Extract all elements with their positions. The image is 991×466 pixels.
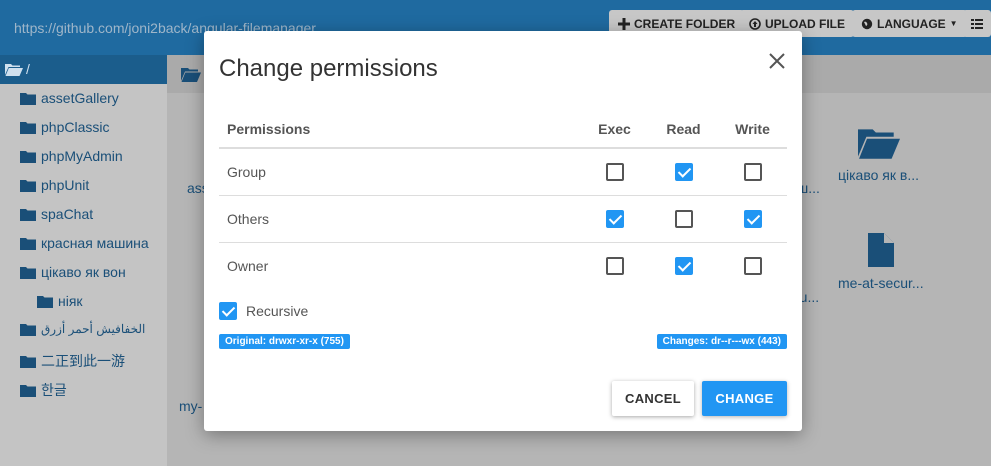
column-header-read: Read	[649, 110, 718, 149]
sidebar-item-label: цікаво як вон	[41, 264, 126, 280]
row-label-owner: Owner	[227, 257, 269, 274]
sidebar-item-label: phpMyAdmin	[41, 148, 123, 164]
column-header-exec: Exec	[580, 110, 649, 149]
folder-icon	[20, 266, 36, 279]
sidebar-item-assetgallery[interactable]: assetGallery	[20, 90, 119, 106]
sidebar-item-label: красная машина	[41, 235, 149, 251]
sidebar-item-label: phpUnit	[41, 177, 90, 193]
cancel-button[interactable]: CANCEL	[612, 381, 694, 416]
change-permissions-dialog: Change permissions Permissions Exec Read…	[204, 31, 802, 431]
upload-file-label: UPLOAD FILE	[765, 16, 845, 31]
recursive-label: Recursive	[246, 303, 309, 319]
sidebar-item-label: 二正到此一游	[41, 353, 125, 369]
changed-permissions-badge: Changes: dr--r---wx (443)	[656, 334, 787, 349]
column-header-write: Write	[718, 110, 787, 149]
table-row: Owner	[219, 242, 787, 289]
tile-label: my-	[179, 398, 203, 414]
sidebar-item-spachat[interactable]: spaChat	[20, 206, 93, 222]
list-view-button[interactable]	[963, 10, 991, 37]
sidebar-item-chinese[interactable]: 二正到此一游	[20, 351, 125, 371]
sidebar-item-label: assetGallery	[41, 90, 119, 106]
others-read-checkbox[interactable]	[674, 209, 693, 228]
globe-icon	[861, 18, 873, 29]
folder-open-icon	[5, 64, 23, 76]
folder-tile[interactable]: цікаво як в...	[838, 127, 919, 183]
sidebar-item-label: ніяк	[58, 293, 83, 309]
folder-icon	[20, 121, 36, 134]
folder-icon	[20, 179, 36, 192]
folder-icon	[20, 384, 36, 397]
file-tile[interactable]: my-	[179, 398, 202, 414]
group-exec-checkbox[interactable]	[605, 162, 624, 181]
permissions-table: Permissions Exec Read Write Group Others…	[219, 110, 787, 289]
folder-icon	[37, 295, 53, 308]
folder-icon	[20, 355, 36, 368]
row-label-group: Group	[219, 148, 580, 196]
row-label-others: Others	[219, 195, 580, 243]
folder-icon	[20, 150, 36, 163]
sidebar-item-phpclassic[interactable]: phpClassic	[20, 119, 109, 135]
file-tile[interactable]: me-at-secur...	[838, 233, 924, 291]
sidebar-item-label: spaChat	[41, 206, 94, 222]
column-header-permissions: Permissions	[219, 110, 580, 149]
group-read-checkbox[interactable]	[674, 162, 693, 181]
table-header-row: Permissions Exec Read Write	[219, 110, 787, 149]
recursive-option[interactable]: Recursive	[219, 302, 308, 320]
original-permissions-badge: Original: drwxr-xr-x (755)	[219, 334, 350, 349]
tile-label: me-at-secur...	[838, 275, 924, 291]
sidebar-item-phpmyadmin[interactable]: phpMyAdmin	[20, 148, 123, 164]
others-exec-checkbox[interactable]	[605, 209, 624, 228]
recursive-checkbox[interactable]	[219, 302, 237, 320]
sidebar-item-label: 한글	[41, 382, 67, 398]
tile-label: цікаво як в...	[838, 167, 920, 183]
others-write-checkbox[interactable]	[743, 209, 762, 228]
close-icon	[769, 53, 785, 69]
table-row: Others	[219, 195, 787, 243]
folder-icon	[20, 208, 36, 221]
sidebar-item-tsikavo[interactable]: цікаво як вон	[20, 264, 126, 280]
table-row: Group	[219, 148, 787, 196]
sidebar-item-arabic[interactable]: الخفافيش أحمر أزرق	[20, 322, 145, 336]
dialog-title: Change permissions	[219, 55, 438, 82]
language-dropdown[interactable]: LANGUAGE ▼	[852, 10, 967, 37]
upload-icon	[749, 17, 761, 30]
sidebar-item-korean[interactable]: 한글	[20, 380, 67, 400]
caret-down-icon: ▼	[949, 19, 958, 28]
language-label: LANGUAGE	[877, 16, 946, 31]
path-root[interactable]: /	[26, 61, 30, 77]
folder-icon	[20, 323, 36, 336]
sidebar-item-krasnaya-mashina[interactable]: красная машина	[20, 235, 149, 251]
create-folder-label: CREATE FOLDER	[634, 16, 736, 31]
owner-write-checkbox[interactable]	[743, 256, 762, 275]
folder-tree-sidebar: assetGallery phpClassic phpMyAdmin phpUn…	[0, 84, 167, 466]
folder-open-icon	[181, 68, 201, 82]
folder-open-icon	[857, 129, 900, 159]
sidebar-item-niyak[interactable]: ніяк	[37, 293, 83, 309]
owner-exec-checkbox[interactable]	[605, 256, 624, 275]
sidebar-item-label: phpClassic	[41, 119, 110, 135]
plus-icon	[618, 17, 630, 30]
sidebar-item-label: الخفافيش أحمر أزرق	[41, 322, 146, 336]
group-write-checkbox[interactable]	[743, 162, 762, 181]
folder-icon	[20, 237, 36, 250]
folder-icon	[20, 92, 36, 105]
path-bar: /	[0, 55, 167, 84]
close-button[interactable]	[766, 50, 788, 72]
sidebar-item-phpunit[interactable]: phpUnit	[20, 177, 89, 193]
change-button[interactable]: CHANGE	[702, 381, 787, 416]
file-icon	[867, 233, 894, 267]
list-icon	[971, 18, 983, 29]
owner-read-checkbox[interactable]	[674, 256, 693, 275]
